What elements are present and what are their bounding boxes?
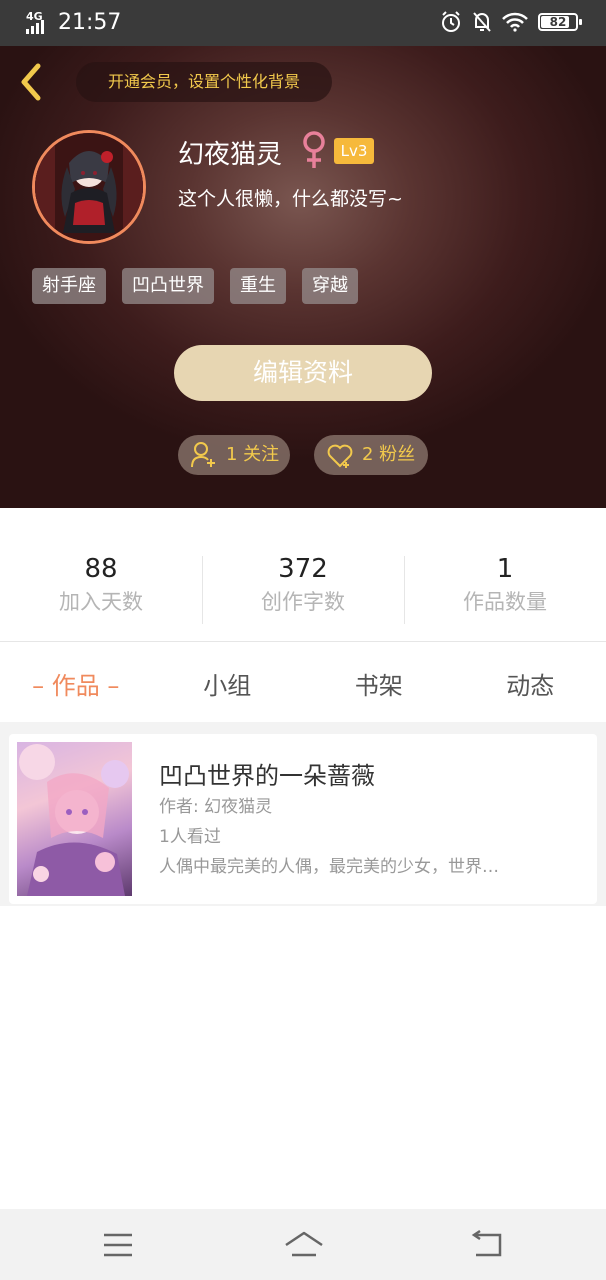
- system-navigation-bar: [0, 1209, 606, 1280]
- heart-icon: [327, 444, 353, 468]
- clock: 21:57: [58, 10, 122, 35]
- book-views: 1人看过: [159, 827, 221, 847]
- alarm-icon: [442, 11, 460, 32]
- tab-bookshelf[interactable]: 书架: [303, 662, 455, 710]
- book-description: 人偶中最完美的人偶，最完美的少女，世界…: [159, 857, 499, 877]
- tag-item: 射手座: [32, 268, 106, 304]
- avatar-illustration: [35, 133, 143, 241]
- followers-button[interactable]: 2 粉丝: [314, 435, 428, 475]
- tab-works[interactable]: – 作品 –: [0, 662, 152, 710]
- notifications-off-icon: [473, 12, 491, 32]
- home-icon[interactable]: [282, 1227, 326, 1263]
- tab-groups[interactable]: 小组: [152, 662, 304, 710]
- tag-item: 重生: [230, 268, 286, 304]
- book-cover-illustration: [19, 744, 129, 896]
- level-badge: Lv3: [334, 138, 374, 164]
- book-title: 凹凸世界的一朵蔷薇: [159, 762, 375, 790]
- female-icon: [303, 131, 325, 168]
- book-author: 作者: 幻夜猫灵: [159, 797, 273, 817]
- tag-list: 射手座 凹凸世界 重生 穿越: [32, 268, 358, 304]
- following-button[interactable]: 1 关注: [178, 435, 290, 475]
- edit-profile-button[interactable]: 编辑资料: [174, 345, 432, 401]
- tag-item: 穿越: [302, 268, 358, 304]
- divider: [0, 641, 606, 642]
- stats-row: 88 加入天数 372 创作字数 1 作品数量: [0, 552, 606, 628]
- username: 幻夜猫灵: [178, 140, 283, 170]
- followers-label: 2 粉丝: [362, 444, 416, 465]
- avatar[interactable]: [32, 130, 146, 244]
- stat-words-written: 372 创作字数: [202, 552, 404, 628]
- back-icon[interactable]: [468, 1227, 508, 1263]
- stat-days-joined: 88 加入天数: [59, 554, 143, 614]
- tab-activity[interactable]: 动态: [455, 662, 606, 710]
- following-label: 1 关注: [226, 444, 280, 465]
- vip-background-banner[interactable]: 开通会员，设置个性化背景: [76, 62, 332, 102]
- signal-icon: 4G: [26, 10, 52, 34]
- book-cover: [17, 742, 132, 896]
- menu-icon[interactable]: [98, 1227, 138, 1263]
- stat-works-count: 1 作品数量: [404, 552, 606, 628]
- list-item[interactable]: 凹凸世界的一朵蔷薇 作者: 幻夜猫灵 1人看过 人偶中最完美的人偶，最完美的少女…: [9, 734, 597, 904]
- battery-icon: 82: [538, 13, 582, 31]
- status-bar: 4G 21:57 82: [0, 0, 606, 46]
- tab-bar: – 作品 – 小组 书架 动态: [0, 662, 606, 710]
- back-chevron-icon[interactable]: [14, 60, 50, 104]
- tag-item: 凹凸世界: [122, 268, 214, 304]
- add-user-icon: [191, 442, 215, 468]
- bio-text: 这个人很懒，什么都没写~: [178, 188, 403, 210]
- wifi-icon: [502, 12, 528, 32]
